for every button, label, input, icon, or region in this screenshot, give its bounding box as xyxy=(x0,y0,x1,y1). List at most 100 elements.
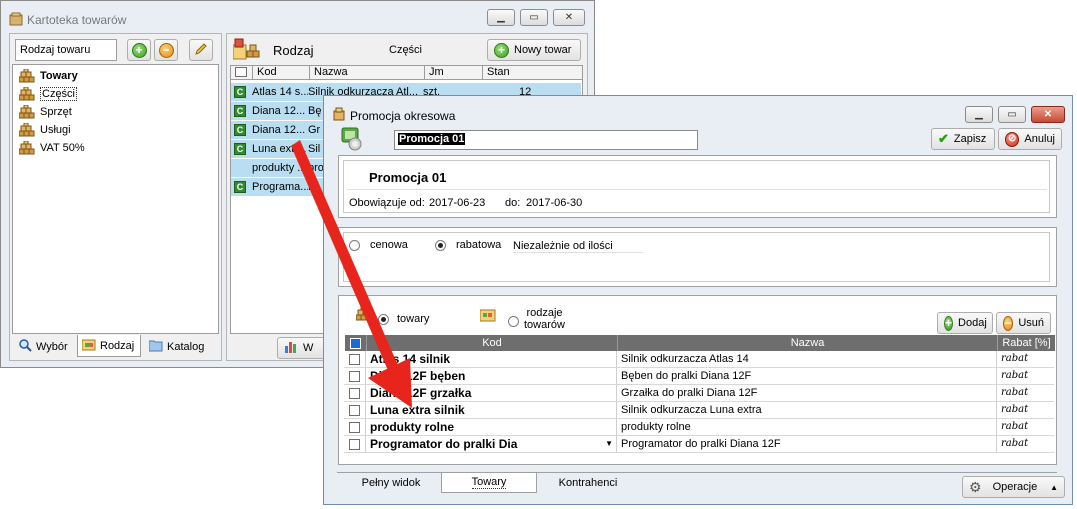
tree-item-vat50[interactable]: VAT 50% xyxy=(18,140,85,156)
cell-kod[interactable]: Diana 12F grzałka xyxy=(365,385,616,401)
maximize-button[interactable]: ▭ xyxy=(520,9,548,26)
cell-rabat[interactable]: rabat xyxy=(996,368,1054,384)
column-header-rabat[interactable]: Rabat [%] xyxy=(997,335,1055,351)
folder-icon xyxy=(148,339,163,355)
cell-rabat[interactable]: rabat xyxy=(996,385,1054,401)
select-all-checkbox[interactable] xyxy=(231,66,253,79)
quantity-mode[interactable]: Niezależnie od ilości xyxy=(513,240,643,253)
promotion-row[interactable]: produkty rolne produkty rolne rabat xyxy=(344,419,1054,436)
tree-item-czesci[interactable]: Części xyxy=(18,86,78,102)
remove-item-button[interactable]: − Usuń xyxy=(996,312,1051,334)
close-button[interactable]: ✕ xyxy=(553,9,585,26)
row-checkbox[interactable] xyxy=(344,404,365,416)
add-type-button[interactable]: + xyxy=(127,39,151,61)
cell-kod[interactable]: Atlas 14 silnik xyxy=(365,351,616,367)
cell-kod[interactable]: produkty rolne xyxy=(365,419,616,435)
radio-scope-towary[interactable]: towary xyxy=(378,313,429,325)
type-filter-value: Rodzaj towaru xyxy=(20,44,91,56)
goods-stack-icon xyxy=(18,104,35,119)
cell-nazwa: Bę xyxy=(308,105,322,117)
radio-label: cenowa xyxy=(370,239,408,251)
tab-rodzaj[interactable]: Rodzaj xyxy=(77,335,141,357)
tab-label: Wybór xyxy=(36,341,68,353)
minimize-button[interactable]: ▁ xyxy=(965,106,993,123)
checkmark-icon: ✔ xyxy=(938,131,949,146)
button-label: Anuluj xyxy=(1024,133,1055,145)
column-header-kod[interactable]: Kod xyxy=(366,335,617,351)
promocja-titlebar[interactable]: Promocja okresowa ▁ ▭ ✕ xyxy=(324,96,1072,130)
tree-item-sprzet[interactable]: Sprzęt xyxy=(18,104,72,120)
tree-item-uslugi[interactable]: Usługi xyxy=(18,122,71,138)
add-item-button[interactable]: + Dodaj xyxy=(937,312,993,334)
row-checkbox[interactable] xyxy=(344,438,365,450)
row-checkbox[interactable] xyxy=(344,421,365,433)
promotion-row[interactable]: Diana 12F bęben Bęben do pralki Diana 12… xyxy=(344,368,1054,385)
new-item-button[interactable]: + Nowy towar xyxy=(487,39,581,61)
promotion-type-section: cenowa rabatowa Niezależnie od ilości xyxy=(338,227,1057,287)
row-checkbox[interactable] xyxy=(344,370,365,382)
gear-icon: ⚙ xyxy=(969,478,982,495)
radio-scope-rodzaje[interactable]: rodzaje towarów xyxy=(508,307,565,331)
tab-wybor[interactable]: Wybór xyxy=(15,336,75,358)
goods-stack-icon xyxy=(18,86,35,101)
tab-towary[interactable]: Towary xyxy=(441,473,537,493)
checkbox-indicator xyxy=(349,438,360,450)
button-label: Zapisz xyxy=(953,133,987,145)
cell-rabat[interactable]: rabat xyxy=(996,351,1054,367)
button-label: Usuń xyxy=(1018,317,1044,329)
column-header-nazwa[interactable]: Nazwa xyxy=(617,335,997,351)
promotion-row[interactable]: Diana 12F grzałka Grzałka do pralki Dian… xyxy=(344,385,1054,402)
cell-rabat[interactable]: rabat xyxy=(996,402,1054,418)
cell-rabat[interactable]: rabat xyxy=(996,436,1054,452)
column-header-jm[interactable]: Jm xyxy=(425,66,483,79)
close-button[interactable]: ✕ xyxy=(1031,106,1065,123)
component-badge-icon: C xyxy=(234,105,246,117)
radio-label: rodzaje towarów xyxy=(524,307,565,331)
save-button[interactable]: ✔ Zapisz xyxy=(931,128,995,150)
cell-nazwa: Grzałka do pralki Diana 12F xyxy=(616,385,996,401)
cell-kod[interactable]: Programator do pralki Dia ▼ xyxy=(365,436,616,452)
tab-kontrahenci[interactable]: Kontrahenci xyxy=(540,473,636,493)
promotion-row[interactable]: Atlas 14 silnik Silnik odkurzacza Atlas … xyxy=(344,351,1054,368)
valid-to-value[interactable]: 2017-06-30 xyxy=(526,197,582,209)
promotion-row[interactable]: Programator do pralki Dia ▼ Programator … xyxy=(344,436,1054,453)
tab-katalog[interactable]: Katalog xyxy=(145,336,215,358)
valid-from-value[interactable]: 2017-06-23 xyxy=(429,197,485,209)
minus-icon: − xyxy=(1003,315,1014,331)
column-header-nazwa[interactable]: Nazwa xyxy=(310,66,425,79)
remove-type-button[interactable]: − xyxy=(154,39,178,61)
cell-kod[interactable]: Diana 12F bęben xyxy=(365,368,616,384)
edit-type-button[interactable] xyxy=(189,39,213,61)
tree-item-towary[interactable]: Towary xyxy=(18,68,78,84)
tab-label: Kontrahenci xyxy=(558,477,618,489)
row-checkbox[interactable] xyxy=(344,387,365,399)
promotion-name-input[interactable]: Promocja 01 xyxy=(394,130,698,150)
tab-pelny-widok[interactable]: Pełny widok xyxy=(344,473,438,493)
column-header-stan[interactable]: Stan xyxy=(483,66,582,79)
select-all-checkbox[interactable] xyxy=(345,335,366,351)
button-label: W xyxy=(303,342,314,354)
cell-nazwa: Bęben do pralki Diana 12F xyxy=(616,368,996,384)
cell-kod: Diana 12... xyxy=(252,105,306,117)
cell-nazwa: Sil xyxy=(308,143,321,155)
promotion-row[interactable]: Luna extra silnik Silnik odkurzacza Luna… xyxy=(344,402,1054,419)
dropdown-arrow-icon[interactable]: ▼ xyxy=(605,436,613,452)
cell-kod-value: Programator do pralki Dia xyxy=(370,437,518,451)
cell-rabat[interactable]: rabat xyxy=(996,419,1054,435)
column-header-kod[interactable]: Kod xyxy=(253,66,310,79)
view-tab-button[interactable]: W xyxy=(277,337,329,359)
maximize-button[interactable]: ▭ xyxy=(998,106,1026,123)
promotion-icon xyxy=(341,127,365,154)
minimize-button[interactable]: ▁ xyxy=(487,9,515,26)
radio-rabatowa[interactable]: rabatowa xyxy=(435,239,501,251)
kartoteka-titlebar[interactable]: Kartoteka towarów ▁ ▭ ✕ xyxy=(1,1,594,35)
row-checkbox[interactable] xyxy=(344,353,365,365)
radio-cenowa[interactable]: cenowa xyxy=(349,239,408,251)
type-filter-field[interactable]: Rodzaj towaru xyxy=(15,39,117,61)
cell-kod[interactable]: Luna extra silnik xyxy=(365,402,616,418)
operations-button[interactable]: ⚙ Operacje ▲ xyxy=(962,476,1065,498)
checkbox-indicator xyxy=(349,387,360,399)
cancel-button[interactable]: ⊘ Anuluj xyxy=(998,128,1062,150)
promotion-name-value: Promocja 01 xyxy=(398,133,466,145)
radio-indicator xyxy=(349,239,360,251)
